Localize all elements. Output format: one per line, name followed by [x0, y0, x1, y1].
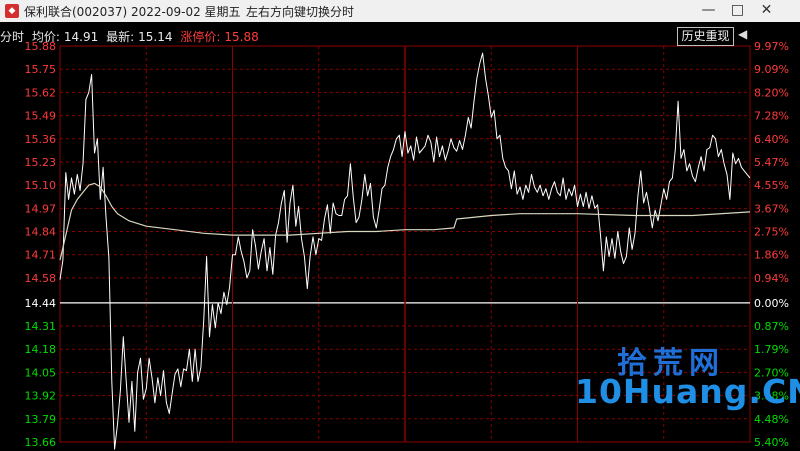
price-tick-label: 14.71: [25, 249, 57, 262]
percent-tick-label: 2.75%: [754, 226, 789, 239]
limit-up-price-label: 涨停价:: [180, 30, 221, 44]
avg-price-value: 14.91: [63, 30, 99, 44]
price-tick-label: 14.84: [25, 226, 57, 239]
percent-tick-label: 9.97%: [754, 40, 789, 53]
chart-mode-label: 分时: [0, 30, 25, 44]
price-tick-label: 15.75: [25, 63, 57, 76]
percent-tick-label: 8.20%: [754, 86, 789, 99]
latest-price-value: 15.14: [138, 30, 173, 44]
percent-tick-label: 0.00%: [754, 297, 789, 310]
price-tick-label: 14.31: [25, 320, 57, 333]
price-tick-label: 14.58: [25, 272, 57, 285]
left-arrow-icon[interactable]: ◀: [738, 27, 747, 41]
price-tick-label: 15.10: [25, 179, 57, 192]
percent-tick-label: 5.40%: [754, 436, 789, 449]
quote-info-bar: 分时 均价: 14.91 最新: 15.14 涨停价: 15.88: [0, 28, 263, 44]
price-tick-label: 13.66: [25, 436, 57, 449]
price-tick-label: 15.23: [25, 156, 57, 169]
percent-tick-label: 4.55%: [754, 179, 789, 192]
percent-tick-label: 3.67%: [754, 202, 789, 215]
percent-tick-label: 4.48%: [754, 413, 789, 426]
latest-price-label: 最新:: [106, 30, 135, 44]
price-tick-label: 15.62: [25, 86, 57, 99]
percent-tick-label: 5.47%: [754, 156, 789, 169]
percent-tick-label: 0.94%: [754, 272, 789, 285]
limit-up-price-value: 15.88: [224, 30, 259, 44]
price-tick-label: 15.36: [25, 133, 57, 146]
watermark-en-text: 10Huang.CN: [575, 372, 800, 411]
price-tick-label: 15.49: [25, 110, 57, 123]
percent-tick-label: 1.86%: [754, 249, 789, 262]
price-tick-label: 14.44: [25, 297, 57, 310]
price-tick-label: 14.97: [25, 202, 57, 215]
percent-tick-label: 1.79%: [754, 343, 789, 356]
percent-tick-label: 0.87%: [754, 320, 789, 333]
percent-tick-label: 7.28%: [754, 110, 789, 123]
price-tick-label: 13.79: [25, 413, 57, 426]
price-tick-label: 14.18: [25, 343, 57, 356]
percent-tick-label: 6.40%: [754, 133, 789, 146]
price-tick-label: 14.05: [25, 366, 57, 379]
price-tick-label: 13.92: [25, 390, 57, 403]
avg-price-label: 均价:: [31, 30, 60, 44]
percent-tick-label: 9.09%: [754, 63, 789, 76]
history-replay-button[interactable]: 历史重现: [677, 27, 734, 46]
